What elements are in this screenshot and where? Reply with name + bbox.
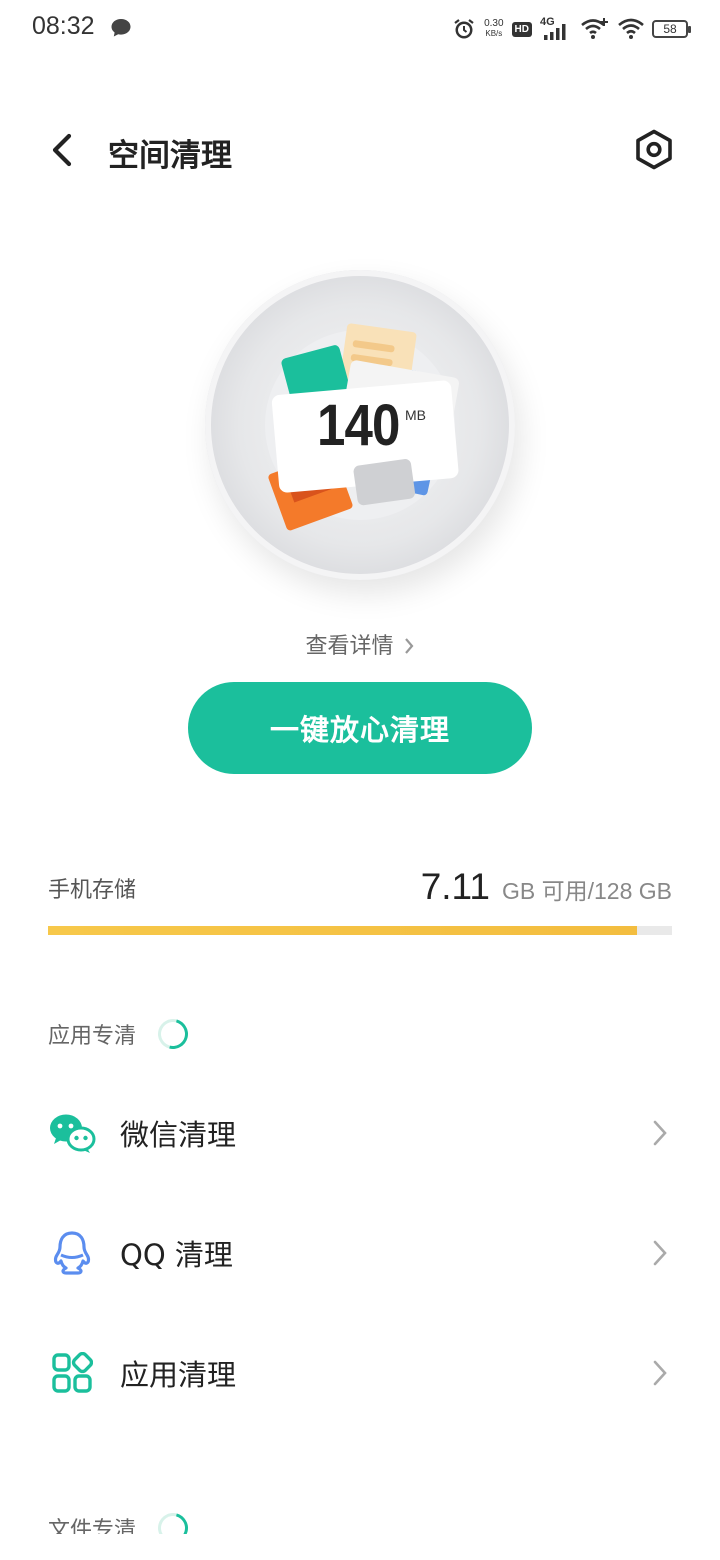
list-item-label: 微信清理 <box>120 1118 237 1152</box>
qq-icon <box>48 1229 96 1277</box>
storage-bar-fill <box>48 926 638 935</box>
bottom-fade <box>0 1534 720 1560</box>
chevron-right-icon <box>404 638 413 654</box>
storage-available: 7.11 <box>420 866 490 907</box>
junk-size-unit: MB <box>405 407 426 423</box>
loading-spinner-icon <box>152 1013 194 1055</box>
status-icons: 0.30 KB/s HD 4G 58 <box>452 14 691 44</box>
message-icon <box>111 19 131 37</box>
battery-icon: 58 <box>652 20 691 38</box>
junk-size-value: 140 <box>317 393 400 458</box>
wifi-icon <box>618 18 644 39</box>
junk-size-circle[interactable]: 140 MB <box>205 270 515 580</box>
settings-button[interactable] <box>632 128 676 172</box>
settings-icon <box>636 129 672 170</box>
status-bar: 08:32 0.30 KB/s HD 4G 58 <box>0 0 720 56</box>
list-item-label: 应用清理 <box>120 1358 237 1392</box>
section-app-clean: 应用专清 <box>48 1013 194 1055</box>
storage-total: GB 可用/128 GB <box>501 878 672 904</box>
view-details-link[interactable]: 查看详情 <box>0 628 720 660</box>
storage-bar <box>48 926 672 935</box>
list-item-qq-clean[interactable]: QQ 清理 <box>0 1203 720 1303</box>
alarm-icon <box>454 19 474 39</box>
hd-badge: HD <box>511 21 532 37</box>
apps-icon <box>48 1349 96 1397</box>
wechat-icon <box>48 1109 96 1157</box>
list-item-label: QQ 清理 <box>120 1238 233 1272</box>
net-speed: 0.30 KB/s <box>484 18 504 39</box>
cellular-icon: 4G <box>540 16 572 42</box>
page-title: 空间清理 <box>108 138 232 174</box>
header: 空间清理 <box>0 110 720 190</box>
list-item-app-clean[interactable]: 应用清理 <box>0 1323 720 1423</box>
back-button[interactable] <box>40 128 84 172</box>
chevron-right-icon <box>650 1358 670 1388</box>
storage-value: 7.11 GB 可用/128 GB <box>421 866 672 908</box>
wifi-plus-icon <box>581 18 608 39</box>
list-item-wechat-clean[interactable]: 微信清理 <box>0 1083 720 1183</box>
storage-label: 手机存储 <box>48 878 137 903</box>
chevron-right-icon <box>650 1118 670 1148</box>
chevron-left-icon <box>52 133 72 167</box>
one-tap-clean-button[interactable]: 一键放心清理 <box>188 682 532 774</box>
status-time: 08:32 <box>32 12 95 40</box>
chevron-right-icon <box>650 1238 670 1268</box>
